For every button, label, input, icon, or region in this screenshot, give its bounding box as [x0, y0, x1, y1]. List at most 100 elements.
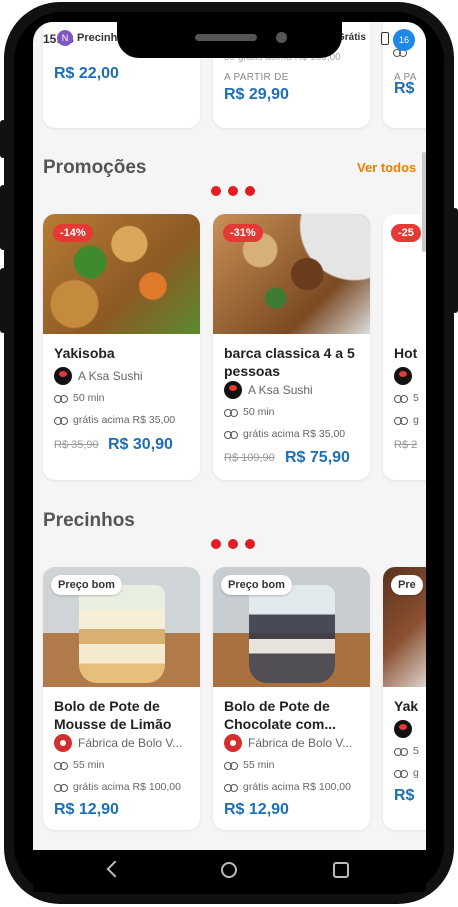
- recent-apps-icon[interactable]: [333, 862, 349, 878]
- app-badge-icon: N: [57, 30, 73, 46]
- delivery-time-row: 5: [394, 392, 419, 404]
- carousel-dots: [211, 539, 255, 549]
- system-nav-bar: [33, 850, 426, 892]
- store-name: A Ksa Sushi: [78, 369, 143, 383]
- delivery-fee-row: grátis acima R$ 100,00: [224, 781, 351, 793]
- product-price: R$ 30,90: [108, 436, 173, 453]
- motorcycle-icon: [394, 769, 408, 778]
- store-row: [394, 367, 418, 385]
- promo-card-3[interactable]: -25 Hot 5 g R$ 2: [383, 214, 426, 480]
- store-logo-icon: [54, 367, 72, 385]
- delivery-time-row: 55 min: [54, 759, 105, 771]
- old-price: R$ 35,90: [54, 439, 99, 451]
- back-icon[interactable]: [106, 860, 124, 878]
- delivery-fee-row: grátis acima R$ 35,00: [54, 414, 175, 426]
- motorcycle-icon: [224, 761, 238, 770]
- delivery-fee: grátis acima R$ 35,00: [73, 414, 176, 426]
- delivery-fee: grátis acima R$ 35,00: [243, 428, 346, 440]
- precinhos-card-2[interactable]: Preço bom Bolo de Pote de Chocolate com.…: [213, 567, 370, 830]
- delivery-time: 55 min: [73, 759, 105, 771]
- delivery-time: 50 min: [73, 392, 105, 404]
- home-icon[interactable]: [221, 862, 237, 878]
- product-price: R$: [394, 787, 415, 804]
- delivery-fee-row: g: [394, 414, 419, 426]
- delivery-time: 5: [413, 745, 419, 757]
- camera-icon: [276, 32, 287, 43]
- motorcycle-icon: [224, 783, 238, 792]
- product-name: Hot: [394, 345, 418, 361]
- side-button-volume-down: [0, 268, 6, 333]
- store-logo-icon: [54, 734, 72, 752]
- product-price: R$ 12,90: [224, 801, 289, 818]
- delivery-time-row: 5: [394, 745, 419, 757]
- store-name: Fábrica de Bolo V...: [78, 736, 183, 750]
- product-name: Bolo de Pote de Mousse de Limão: [54, 698, 172, 732]
- delivery-fee-row: g: [394, 767, 419, 779]
- speaker-icon: [195, 34, 257, 41]
- motorcycle-icon: [224, 408, 238, 417]
- motorcycle-icon: [54, 416, 68, 425]
- section-title-promocoes: Promoções: [43, 157, 147, 178]
- battery-icon: [381, 32, 389, 45]
- store-name: Fábrica de Bolo V...: [248, 736, 353, 750]
- old-price: R$ 109,90: [224, 452, 275, 464]
- precinhos-card-3[interactable]: Pre Yak 5 g R$: [383, 567, 426, 830]
- store-row: Fábrica de Bolo V...: [54, 734, 182, 752]
- motorcycle-icon: [394, 416, 408, 425]
- delivery-fee-row: grátis acima R$ 35,00: [224, 428, 345, 440]
- product-price: R$ 29,90: [224, 86, 289, 103]
- delivery-fee: grátis acima R$ 100,00: [73, 781, 181, 793]
- side-button-volume-up: [0, 185, 6, 250]
- product-name: Yak: [394, 698, 419, 714]
- good-price-badge: Pre: [391, 575, 423, 595]
- delivery-fee: g: [413, 767, 419, 779]
- discount-badge: -14%: [53, 224, 93, 242]
- app-screen: 15:16 N Precinhos Grátis 16 R$ 22,00 50 …: [33, 22, 426, 850]
- delivery-time: 55 min: [243, 759, 275, 771]
- product-name: Yakisoba: [54, 345, 115, 361]
- motorcycle-icon: [394, 394, 408, 403]
- store-logo-icon: [394, 720, 412, 738]
- product-price: R$ 22,00: [54, 65, 119, 82]
- carousel-dots: [211, 186, 255, 196]
- store-row: A Ksa Sushi: [224, 381, 313, 399]
- motorcycle-icon: [54, 783, 68, 792]
- store-row: Fábrica de Bolo V...: [224, 734, 352, 752]
- product-price: R$ 12,90: [54, 801, 119, 818]
- store-name: A Ksa Sushi: [248, 383, 313, 397]
- delivery-time: 5: [413, 392, 419, 404]
- user-avatar[interactable]: 16: [393, 29, 415, 51]
- scrollbar[interactable]: [422, 152, 426, 252]
- old-price: R$ 2: [394, 439, 418, 451]
- side-button-top: [0, 120, 6, 158]
- store-logo-icon: [224, 381, 242, 399]
- promo-card-2[interactable]: -31% barca classica 4 a 5 pessoas A Ksa …: [213, 214, 370, 480]
- store-logo-icon: [224, 734, 242, 752]
- product-name: Bolo de Pote de Chocolate com...: [224, 698, 337, 732]
- delivery-fee: g: [413, 414, 419, 426]
- discount-badge: -25: [391, 224, 421, 242]
- delivery-time: 50 min: [243, 406, 275, 418]
- store-row: [394, 720, 418, 738]
- delivery-fee: grátis acima R$ 100,00: [243, 781, 351, 793]
- product-name: barca classica 4 a 5 pessoas: [224, 345, 355, 379]
- good-price-badge: Preço bom: [51, 575, 122, 595]
- motorcycle-icon: [54, 394, 68, 403]
- promo-card-1[interactable]: -14% Yakisoba A Ksa Sushi 50 min grátis …: [43, 214, 200, 480]
- motorcycle-icon: [394, 747, 408, 756]
- see-all-link[interactable]: Ver todos: [357, 160, 416, 175]
- store-logo-icon: [394, 367, 412, 385]
- motorcycle-icon: [224, 430, 238, 439]
- delivery-time-row: 55 min: [224, 759, 275, 771]
- delivery-time-row: 50 min: [54, 392, 105, 404]
- store-row: A Ksa Sushi: [54, 367, 143, 385]
- camera-notch: [117, 12, 342, 58]
- precinhos-card-1[interactable]: Preço bom Bolo de Pote de Mousse de Limã…: [43, 567, 200, 830]
- product-price: R$: [394, 80, 415, 97]
- delivery-time-row: 50 min: [224, 406, 275, 418]
- discount-badge: -31%: [223, 224, 263, 242]
- product-price: R$ 75,90: [285, 449, 350, 466]
- good-price-badge: Preço bom: [221, 575, 292, 595]
- side-button-power: [452, 208, 458, 313]
- motorcycle-icon: [54, 761, 68, 770]
